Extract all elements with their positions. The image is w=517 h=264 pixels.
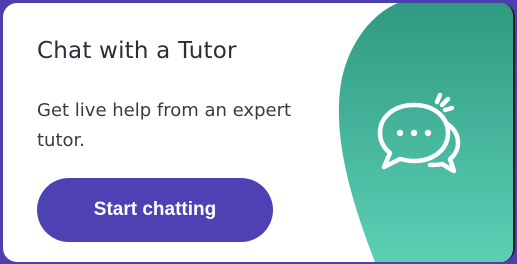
- card-description: Get live help from an expert tutor.: [37, 100, 292, 151]
- start-chatting-button[interactable]: Start chatting: [37, 178, 273, 242]
- card-title: Chat with a Tutor: [37, 38, 237, 64]
- chat-bubbles-icon: [377, 92, 461, 174]
- tutor-chat-card: Chat with a Tutor Get live help from an …: [3, 3, 515, 262]
